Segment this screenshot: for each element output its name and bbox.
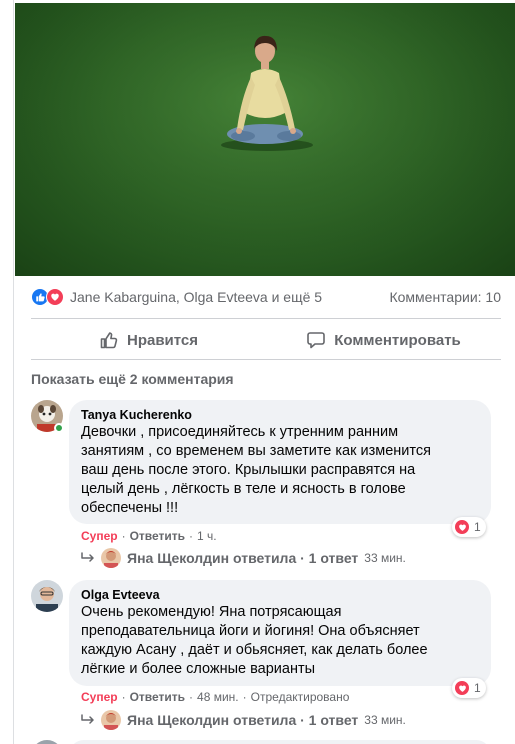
separator-dot: · bbox=[121, 690, 126, 704]
comment-author[interactable]: Olga Evteeva bbox=[81, 587, 479, 603]
online-status-icon bbox=[54, 423, 64, 433]
avatar[interactable] bbox=[31, 580, 63, 612]
reaction-count: 1 bbox=[474, 520, 481, 534]
separator-dot: · bbox=[189, 690, 194, 704]
user-avatar-icon bbox=[101, 710, 121, 730]
comment-text-line: преподавательница йоги и йогиня! Она объ… bbox=[81, 623, 420, 639]
comment-text: Девочки , присоединяйтесь к утренним ран… bbox=[81, 423, 479, 518]
comment-item bbox=[31, 740, 501, 744]
super-reaction-link[interactable]: Супер bbox=[81, 529, 118, 543]
replier-avatar bbox=[101, 548, 121, 568]
comment-text-line: каждую Асану , даёт и обьясняет, как дел… bbox=[81, 642, 428, 658]
comment-text-line: целый день , лёгкость в теле и ясность в… bbox=[81, 481, 406, 497]
separator-dot: · bbox=[242, 690, 247, 704]
replies-time: 33 мин. bbox=[364, 551, 406, 565]
love-reaction-icon bbox=[46, 288, 64, 306]
like-button[interactable]: Нравится bbox=[31, 322, 266, 358]
yoga-photo-image bbox=[15, 3, 515, 276]
comment-time[interactable]: 1 ч. bbox=[197, 529, 217, 543]
reply-arrow-icon bbox=[81, 552, 94, 562]
comment-text-line: Очень рекомендую! Яна потрясающая bbox=[81, 604, 342, 620]
comment-text-line: обеспечены !!! bbox=[81, 500, 179, 516]
super-reaction-link[interactable]: Супер bbox=[81, 690, 118, 704]
comment-bubble bbox=[69, 740, 491, 744]
avatar[interactable] bbox=[31, 740, 63, 744]
comment-text-line: Девочки , присоединяйтесь к утренним ран… bbox=[81, 424, 399, 440]
post-actions: Нравится Комментировать bbox=[31, 322, 501, 358]
comment-bubble: Olga Evteeva Очень рекомендую! Яна потря… bbox=[69, 580, 491, 686]
user-avatar-icon bbox=[31, 580, 63, 612]
like-label: Нравится bbox=[126, 331, 199, 349]
replies-summary[interactable]: Яна Щеколдин ответила · 1 ответ 33 мин. bbox=[81, 548, 406, 568]
comment-text-line: лёгкие и более сложные варианты bbox=[81, 661, 316, 677]
divider bbox=[31, 318, 501, 319]
thumbs-up-icon bbox=[100, 332, 118, 349]
comment-bubble: Tanya Kucherenko Девочки , присоединяйте… bbox=[69, 400, 491, 524]
facebook-post: Jane Kabarguina, Olga Evteeva и ещё 5 Ко… bbox=[13, 0, 515, 744]
reaction-stats-row: Jane Kabarguina, Olga Evteeva и ещё 5 Ко… bbox=[31, 284, 501, 310]
reaction-names[interactable]: Jane Kabarguina, Olga Evteeva и ещё 5 bbox=[70, 289, 322, 305]
replies-label[interactable]: Яна Щеколдин ответила · 1 ответ bbox=[127, 712, 358, 728]
reply-arrow-icon bbox=[81, 714, 94, 724]
reaction-count: 1 bbox=[474, 681, 481, 695]
reaction-icons bbox=[31, 288, 64, 306]
divider bbox=[31, 359, 501, 360]
edited-label: Отредактировано bbox=[250, 690, 350, 704]
comment-label: Комментировать bbox=[334, 331, 461, 349]
comment-button[interactable]: Комментировать bbox=[266, 322, 501, 358]
replies-summary[interactable]: Яна Щеколдин ответила · 1 ответ 33 мин. bbox=[81, 710, 406, 730]
comment-meta: Супер · Ответить · 48 мин. · Отредактиро… bbox=[81, 690, 349, 704]
comment-meta: Супер · Ответить · 1 ч. bbox=[81, 529, 217, 543]
comment-item: Tanya Kucherenko Девочки , присоединяйте… bbox=[31, 400, 501, 575]
user-avatar-icon bbox=[101, 548, 121, 568]
comment-icon bbox=[307, 332, 326, 349]
comment-reaction-badge[interactable]: 1 bbox=[452, 678, 486, 698]
replies-label[interactable]: Яна Щеколдин ответила · 1 ответ bbox=[127, 550, 358, 566]
comment-text-line: ваш день после этого. Крылышки расправят… bbox=[81, 462, 416, 478]
reply-link[interactable]: Ответить bbox=[130, 529, 185, 543]
replies-time: 33 мин. bbox=[364, 713, 406, 727]
post-photo[interactable] bbox=[15, 3, 515, 276]
reactions-summary[interactable]: Jane Kabarguina, Olga Evteeva и ещё 5 bbox=[31, 288, 322, 306]
separator-dot: · bbox=[189, 529, 194, 543]
comment-text-line: занятиям , со временем вы заметите как и… bbox=[81, 443, 431, 459]
comment-time[interactable]: 48 мин. bbox=[197, 690, 239, 704]
separator-dot: · bbox=[121, 529, 126, 543]
comment-reaction-badge[interactable]: 1 bbox=[452, 517, 486, 537]
comment-item: Olga Evteeva Очень рекомендую! Яна потря… bbox=[31, 580, 501, 740]
replier-avatar bbox=[101, 710, 121, 730]
comment-text: Очень рекомендую! Яна потрясающая препод… bbox=[81, 603, 479, 679]
love-reaction-icon bbox=[454, 519, 470, 535]
reply-link[interactable]: Ответить bbox=[130, 690, 185, 704]
comment-author[interactable]: Tanya Kucherenko bbox=[81, 407, 479, 423]
comments-count[interactable]: Комментарии: 10 bbox=[389, 289, 501, 305]
show-more-comments-link[interactable]: Показать ещё 2 комментария bbox=[31, 371, 234, 387]
love-reaction-icon bbox=[454, 680, 470, 696]
